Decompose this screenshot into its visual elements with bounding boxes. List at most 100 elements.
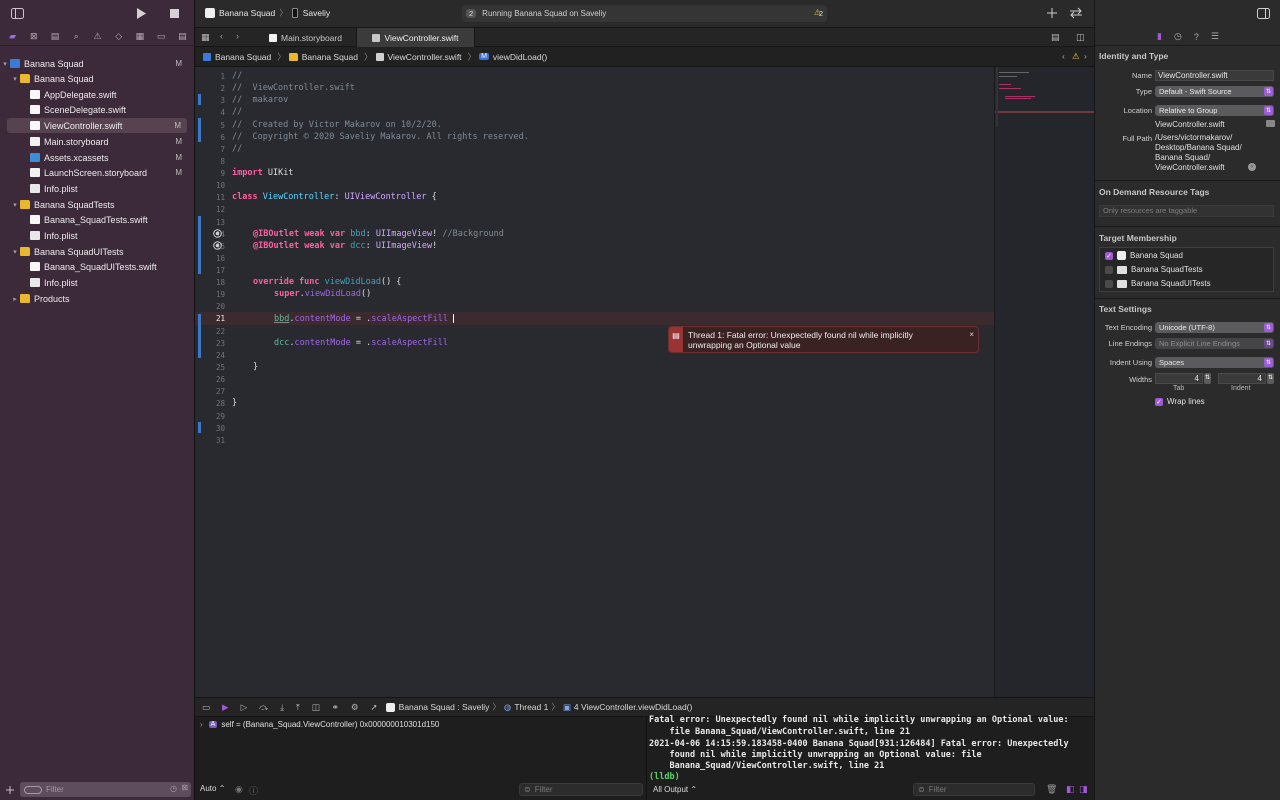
line-endings-popup[interactable]: No Explicit Line Endings ⇅ (1155, 338, 1274, 349)
file-icon[interactable]: ▮ (1157, 31, 1162, 42)
stop-icon[interactable] (170, 9, 179, 18)
tree-item-file[interactable]: Info.plist (0, 275, 195, 290)
sidebar-toggle-icon[interactable] (11, 8, 24, 19)
split-editor-icon[interactable]: ◫ (1076, 32, 1085, 43)
add-icon[interactable] (5, 786, 15, 794)
tree-item-file[interactable]: Assets.xcassets M (0, 150, 195, 165)
info-icon[interactable]: ⓘ (249, 784, 258, 797)
step-over-icon[interactable]: ⤼ (259, 702, 268, 713)
memory-graph-icon[interactable]: ⚭ (332, 702, 339, 713)
issue-icon[interactable]: ⚠ (90, 30, 104, 44)
tree-item-file[interactable]: AppDelegate.swift (0, 87, 195, 102)
report-icon[interactable]: ▤ (175, 30, 189, 44)
runtime-error-annotation[interactable]: ▤ Thread 1: Fatal error: Unexpectedly fo… (668, 326, 979, 353)
checkbox-unchecked[interactable] (1105, 279, 1113, 288)
step-out-icon[interactable]: ⤒ (296, 702, 300, 713)
disclosure-icon[interactable]: ▾ (10, 75, 20, 83)
minimap[interactable] (994, 67, 1094, 697)
tab-width-stepper[interactable]: ⇅ (1204, 373, 1211, 384)
outlet-connection-icon[interactable] (213, 241, 222, 250)
breadcrumb-method[interactable]: MviewDidLoad() (479, 52, 547, 62)
tree-item-file[interactable]: Info.plist (0, 228, 195, 243)
tree-item-file[interactable]: Banana_SquadUITests.swift (0, 259, 195, 274)
variables-scope-menu[interactable]: Auto ⌃ (200, 784, 225, 793)
inspector-toggle-icon[interactable] (1257, 8, 1270, 19)
close-icon[interactable]: × (969, 330, 974, 339)
variable-row[interactable]: › A self = (Banana_Squad.ViewController)… (200, 720, 439, 729)
filter-options-icon[interactable]: ⊠ (181, 783, 188, 792)
breadcrumb-project[interactable]: Banana Squad (203, 52, 271, 62)
indent-width-stepper[interactable]: ⇅ (1267, 373, 1274, 384)
debug-process-crumb[interactable]: Banana Squad : Saveliy (385, 702, 489, 712)
target-row[interactable]: Banana SquadTests (1105, 265, 1203, 274)
wrap-lines-checkbox[interactable]: ✓ Wrap lines (1155, 397, 1205, 406)
checkbox-checked[interactable]: ✓ (1105, 251, 1113, 260)
lldb-prompt[interactable]: (lldb) (649, 772, 680, 782)
tree-item-group[interactable]: ▸ Products (0, 291, 195, 306)
debug-icon[interactable]: ▦ (133, 30, 147, 44)
location-popup[interactable]: Relative to Group ⇅ (1155, 105, 1274, 116)
tree-item-file[interactable]: Info.plist (0, 181, 195, 196)
forward-icon[interactable]: › (236, 31, 239, 41)
editor-options-icon[interactable]: ▤ (1051, 32, 1060, 43)
checkbox-checked[interactable]: ✓ (1155, 397, 1163, 406)
console-filter-input[interactable]: ⊜ Filter (913, 783, 1035, 796)
disclosure-icon[interactable]: ▸ (10, 295, 20, 303)
next-issue-icon[interactable]: › (1084, 51, 1087, 61)
trash-icon[interactable]: 🗑 (1046, 784, 1057, 795)
search-icon[interactable]: ⌕ (69, 30, 83, 44)
indent-popup[interactable]: Spaces ⇅ (1155, 357, 1274, 368)
outlet-connection-icon[interactable] (213, 229, 222, 238)
continue-icon[interactable]: ▷ (241, 702, 248, 713)
hide-debug-area-icon[interactable]: ▭ (202, 702, 210, 713)
reveal-in-finder-icon[interactable]: › (1248, 163, 1256, 171)
tab-width-field[interactable]: 4 (1155, 373, 1203, 384)
debug-thread-crumb[interactable]: ◍ Thread 1 (504, 702, 548, 713)
type-popup[interactable]: Default - Swift Source ⇅ (1155, 86, 1274, 97)
back-icon[interactable]: ‹ (220, 31, 223, 41)
debug-frame-crumb[interactable]: ▣ 4 ViewController.viewDidLoad() (563, 702, 692, 713)
folder-icon[interactable] (1266, 120, 1275, 127)
tree-item-group[interactable]: ▾ Banana Squad (0, 71, 195, 86)
checkbox-unchecked[interactable] (1105, 265, 1113, 274)
test-icon[interactable]: ◇ (112, 30, 126, 44)
show-console-icon[interactable]: ◨ (1079, 784, 1088, 795)
view-hierarchy-icon[interactable]: ◫ (312, 702, 320, 713)
encoding-popup[interactable]: Unicode (UTF-8) ⇅ (1155, 322, 1274, 333)
recent-icon[interactable]: ◷ (170, 784, 177, 793)
environment-icon[interactable]: ⚙ (351, 702, 359, 713)
disclosure-icon[interactable]: ▾ (0, 60, 10, 68)
history-icon[interactable]: ◷ (1174, 31, 1182, 42)
breadcrumb-group[interactable]: Banana Squad (288, 52, 358, 62)
tree-item-file[interactable]: Main.storyboard M (0, 134, 195, 149)
tree-item-group[interactable]: ▾ Banana SquadTests (0, 197, 195, 212)
source-control-icon[interactable]: ⊠ (27, 30, 41, 44)
disclosure-icon[interactable]: › (200, 720, 203, 729)
tree-item-file[interactable]: SceneDelegate.swift (0, 102, 195, 117)
step-into-icon[interactable]: ⤓ (280, 702, 284, 713)
location-icon[interactable]: ➚ (371, 702, 378, 713)
disclosure-icon[interactable]: ▾ (10, 248, 20, 256)
indent-width-field[interactable]: 4 (1218, 373, 1266, 384)
name-field[interactable]: ViewController.swift (1155, 70, 1274, 81)
attributes-icon[interactable]: ☰ (1211, 31, 1219, 42)
breakpoint-icon[interactable]: ▭ (154, 30, 168, 44)
warning-icon[interactable]: ⚠ (1072, 51, 1080, 62)
navigator-filter-input[interactable]: Filter ◷ ⊠ (20, 782, 191, 797)
previous-issue-icon[interactable]: ‹ (1062, 51, 1065, 61)
tree-item-file[interactable]: Banana_SquadTests.swift (0, 212, 195, 227)
help-icon[interactable]: ? (1194, 32, 1199, 42)
tab-main-storyboard[interactable]: Main.storyboard (255, 28, 357, 47)
variables-filter-input[interactable]: ⊜ Filter (519, 783, 643, 796)
eye-icon[interactable]: ◉ (235, 784, 243, 795)
tree-item-file-selected[interactable]: ViewController.swift M (7, 118, 187, 133)
scheme-selector[interactable]: Banana Squad 〉 Saveliy (205, 7, 330, 19)
target-row[interactable]: ✓ Banana Squad (1105, 251, 1183, 260)
breakpoints-toggle-icon[interactable]: ▶ (222, 702, 229, 713)
activity-count-badge[interactable]: 2 (466, 9, 477, 18)
tab-viewcontroller-swift[interactable]: ViewController.swift (357, 28, 475, 47)
add-icon[interactable] (1047, 8, 1057, 18)
show-variables-icon[interactable]: ◧ (1066, 784, 1075, 795)
disclosure-icon[interactable]: ▾ (10, 201, 20, 209)
tree-item-project[interactable]: ▾ Banana Squad M (0, 56, 195, 71)
